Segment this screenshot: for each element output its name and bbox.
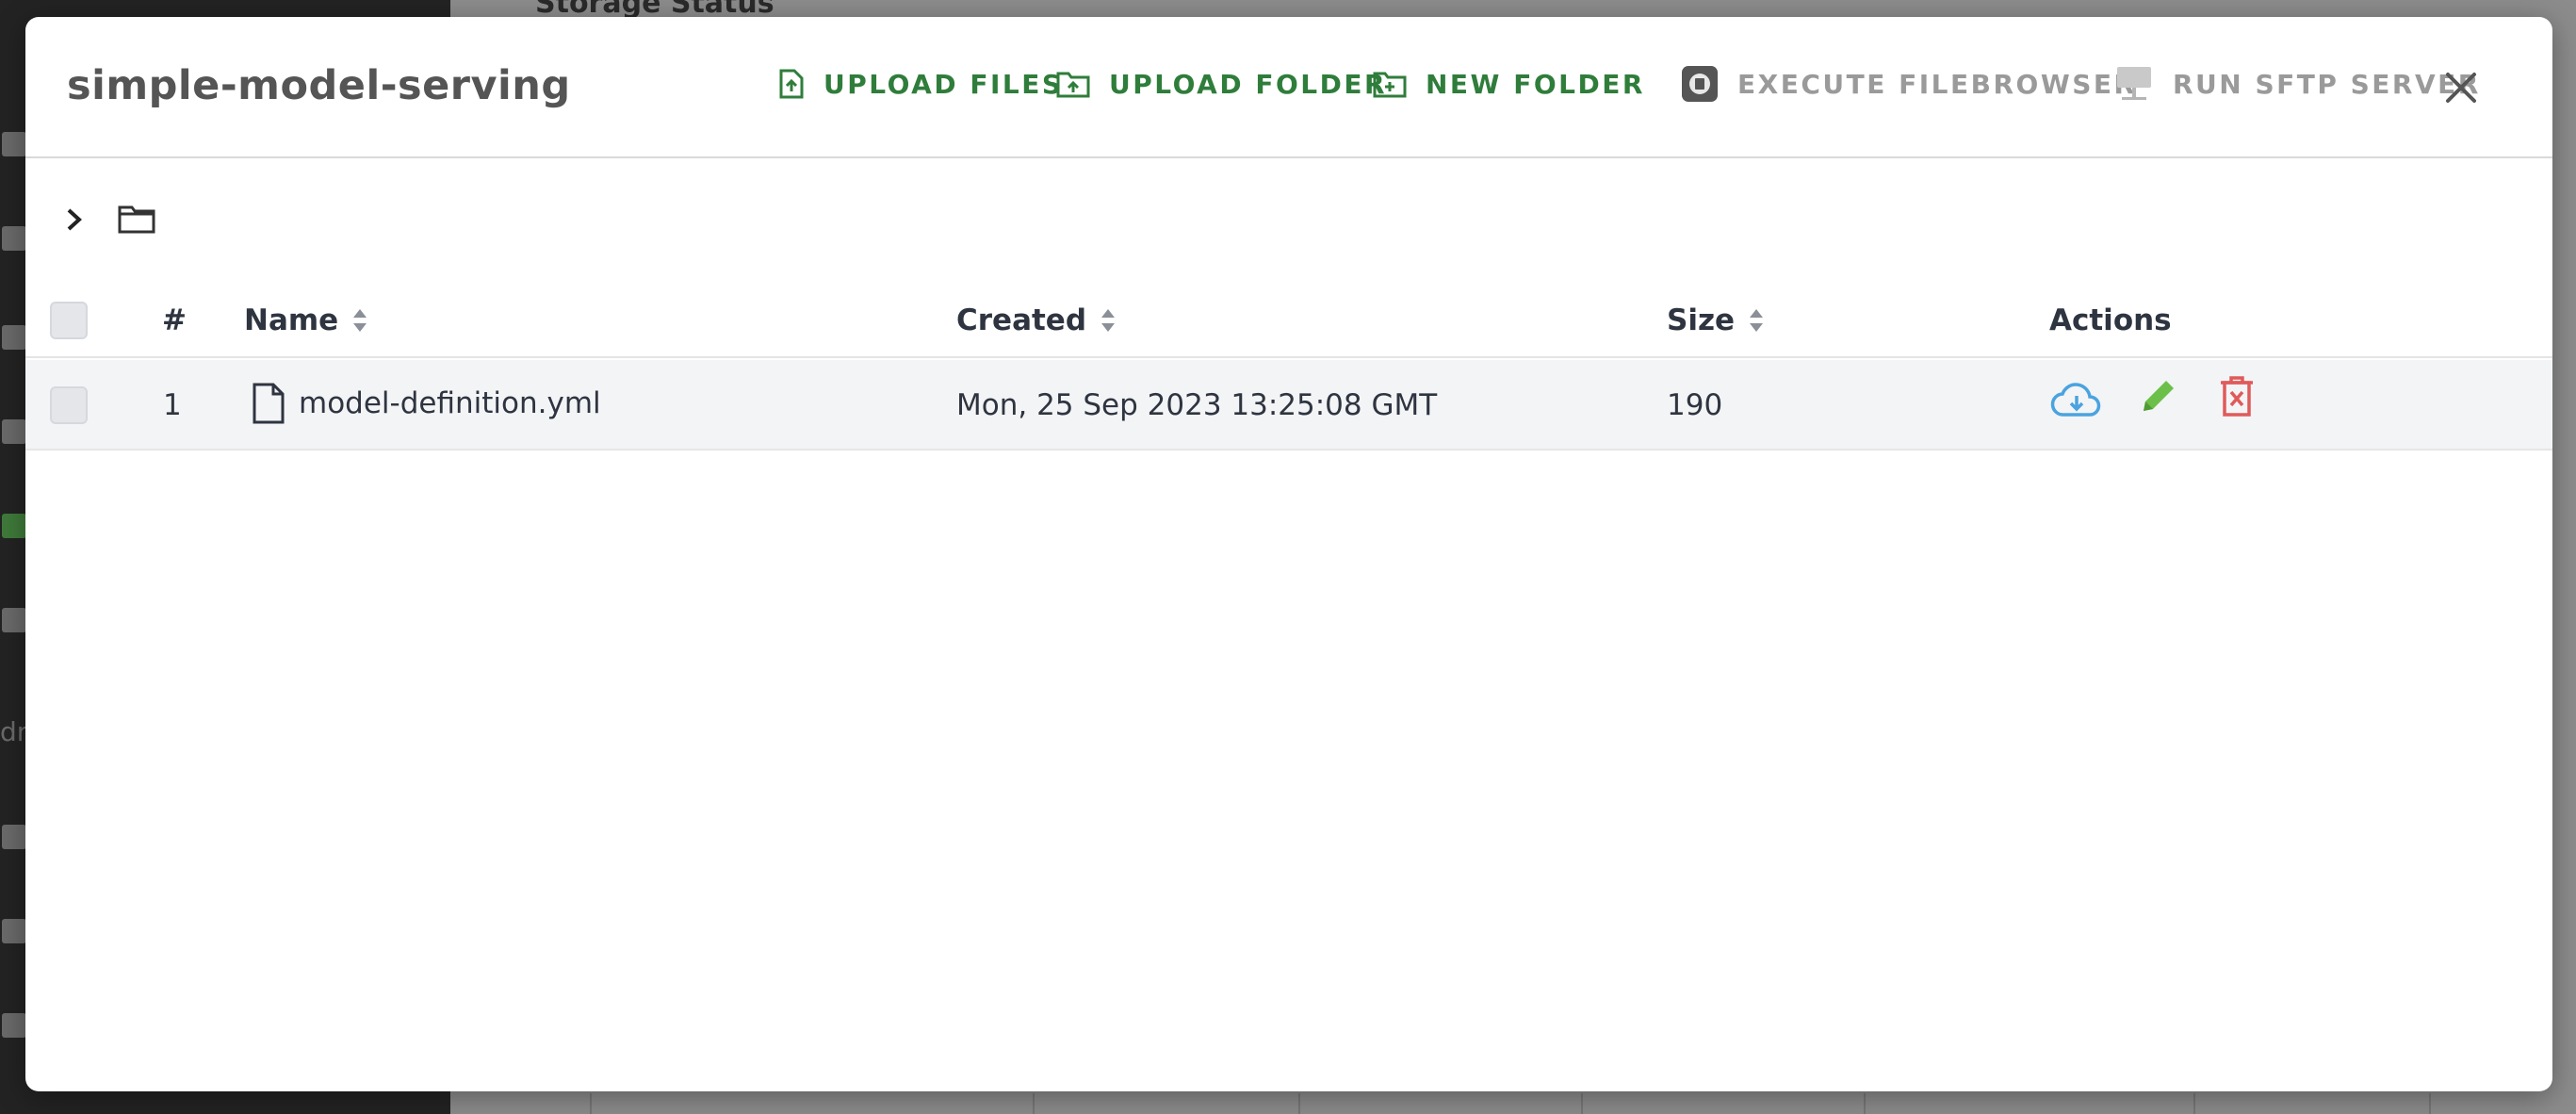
file-icon (252, 383, 285, 424)
file-name: model-definition.yml (299, 386, 601, 420)
row-size: 190 (1667, 388, 1723, 422)
close-dialog-button[interactable] (2442, 69, 2480, 106)
edit-button[interactable] (2136, 375, 2179, 422)
sort-icon (1748, 307, 1765, 334)
background-nav-icon (2, 325, 26, 350)
column-actions-header: Actions (2049, 303, 2172, 337)
file-upload-icon (778, 69, 805, 99)
background-nav-icon (2, 919, 26, 943)
column-index-header: # (162, 303, 187, 337)
download-button[interactable] (2050, 379, 2103, 424)
row-checkbox[interactable] (50, 386, 88, 424)
run-sftp-server-label: RUN SFTP SERVER (2173, 68, 2481, 100)
execute-filebrowser-label: EXECUTE FILEBROWSER (1737, 68, 2137, 100)
upload-folder-label: UPLOAD FOLDER (1109, 68, 1388, 100)
trash-icon (2221, 376, 2253, 417)
sftp-server-icon (2114, 64, 2154, 104)
new-folder-label: NEW FOLDER (1426, 68, 1645, 100)
filebrowser-app-icon (1681, 65, 1719, 103)
background-nav-icon (2, 608, 26, 632)
column-created-label: Created (956, 303, 1087, 337)
row-created: Mon, 25 Sep 2023 13:25:08 GMT (956, 388, 1438, 422)
column-name-header[interactable]: Name (244, 303, 368, 337)
row-name[interactable]: model-definition.yml (252, 383, 601, 424)
execute-filebrowser-button[interactable]: EXECUTE FILEBROWSER (1681, 62, 2137, 106)
cloud-download-icon (2050, 383, 2101, 417)
file-browser-dialog: simple-model-serving UPLOAD FILES UPLOAD… (25, 17, 2552, 1091)
background-nav-icon (2, 1013, 26, 1038)
background-nav-icon (2, 226, 26, 251)
select-all-checkbox[interactable] (50, 302, 88, 339)
column-size-label: Size (1667, 303, 1736, 337)
background-nav-icon (2, 419, 26, 444)
folder-icon (118, 205, 155, 234)
dialog-title: simple-model-serving (67, 62, 571, 109)
run-sftp-server-button[interactable]: RUN SFTP SERVER (2114, 62, 2481, 106)
background-nav-icon (2, 514, 26, 538)
root-folder-button[interactable] (118, 205, 155, 235)
table-row[interactable]: 1 model-definition.yml Mon, 25 Sep 2023 … (25, 360, 2552, 451)
upload-folder-button[interactable]: UPLOAD FOLDER (1056, 62, 1387, 106)
breadcrumb-expand-button[interactable] (63, 205, 86, 234)
sort-icon (351, 307, 368, 334)
background-nav-icon (2, 825, 26, 849)
column-created-header[interactable]: Created (956, 303, 1117, 337)
new-folder-button[interactable]: NEW FOLDER (1373, 62, 1645, 106)
breadcrumb (63, 199, 155, 240)
upload-files-label: UPLOAD FILES (823, 68, 1064, 100)
dialog-header: simple-model-serving UPLOAD FILES UPLOAD… (25, 17, 2552, 158)
upload-files-button[interactable]: UPLOAD FILES (778, 62, 1064, 106)
column-name-label: Name (244, 303, 339, 337)
chevron-right-icon (67, 208, 82, 231)
row-index: 1 (163, 388, 182, 422)
delete-button[interactable] (2219, 375, 2255, 422)
folder-plus-icon (1373, 70, 1407, 98)
column-size-header[interactable]: Size (1667, 303, 1765, 337)
pencil-icon (2144, 381, 2174, 411)
file-table-header: # Name Created Size Actions (25, 281, 2552, 358)
background-nav-icon (2, 132, 26, 156)
close-icon (2446, 73, 2476, 103)
folder-upload-icon (1056, 70, 1090, 98)
sort-icon (1100, 307, 1117, 334)
